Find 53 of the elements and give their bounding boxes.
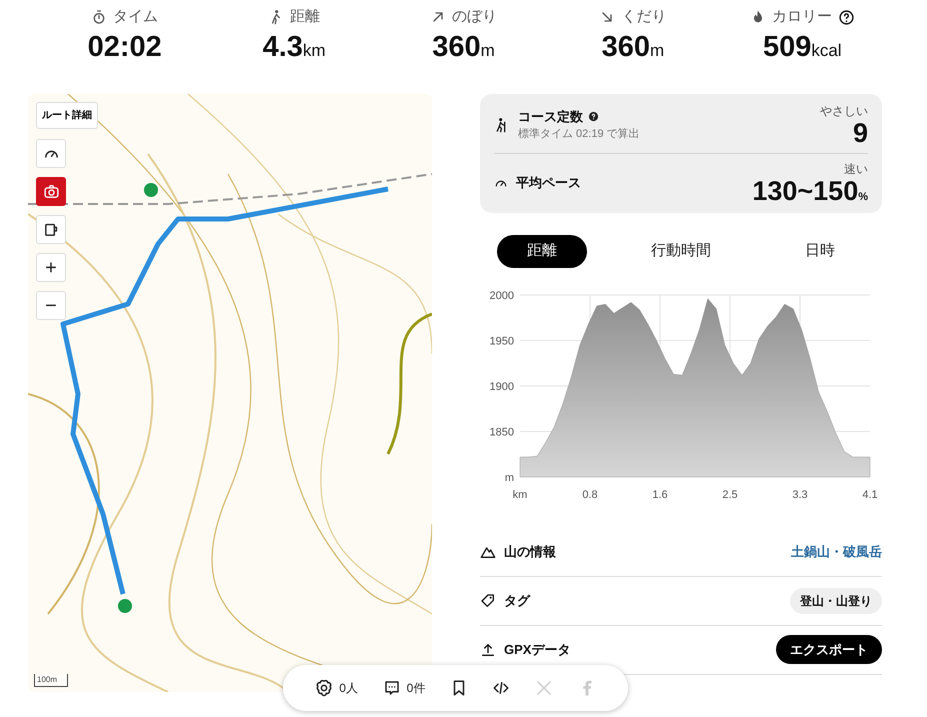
stat-value: 360m — [432, 30, 495, 64]
stat-label: 距離 — [290, 7, 320, 27]
flower-icon — [315, 679, 334, 697]
mountain-link[interactable]: 土鍋山・破風岳 — [791, 542, 882, 562]
y-tick-label: 1850 — [490, 426, 514, 438]
export-button[interactable]: エクスポート — [776, 634, 882, 664]
upload-icon — [480, 642, 496, 658]
rating-value: 130~150% — [752, 178, 868, 205]
rating-label: やさしい — [820, 103, 868, 120]
comment-button[interactable]: 0件 — [382, 679, 426, 697]
x-tick-label: 2.5 — [722, 488, 738, 500]
x-tick-label: 4.1 — [862, 488, 878, 500]
section-title: 平均ペース — [516, 174, 581, 190]
stopwatch-icon — [91, 9, 108, 26]
x-tick-label: 3.3 — [792, 488, 808, 500]
stat-label: くだり — [621, 7, 666, 27]
help-icon[interactable] — [838, 8, 855, 26]
info-label: タグ — [504, 592, 530, 610]
stat-label: カロリー — [772, 7, 832, 27]
info-label: 山の情報 — [504, 542, 556, 561]
zoom-in-button[interactable]: + — [36, 253, 66, 282]
tag-chip[interactable]: 登山・山登り — [790, 588, 882, 614]
help-icon[interactable] — [588, 110, 599, 122]
camera-icon — [42, 183, 60, 200]
stat-value: 4.3km — [262, 30, 326, 64]
section-title: コース定数 — [518, 108, 583, 124]
y-tick-label: m — [504, 472, 514, 484]
cup-icon — [42, 221, 60, 238]
zoom-out-button[interactable]: − — [36, 291, 66, 320]
rating-label: 速い — [843, 161, 868, 178]
y-tick-label: 1900 — [490, 380, 514, 392]
section-subtitle: 標準タイム 02:19 で算出 — [518, 127, 640, 142]
rating-value: 9 — [852, 120, 868, 147]
x-tick-label: 1.6 — [652, 488, 668, 500]
chart-tab[interactable]: 日時 — [775, 235, 865, 268]
chart-tab[interactable]: 距離 — [497, 235, 587, 268]
chart-tab[interactable]: 行動時間 — [621, 235, 741, 268]
stat-value: 360m — [602, 30, 664, 64]
comment-icon — [382, 679, 401, 697]
x-tick-label: km — [512, 488, 528, 500]
info-label: GPXデータ — [504, 640, 570, 659]
flower-button[interactable]: 0人 — [315, 679, 358, 697]
code-button[interactable] — [492, 679, 510, 697]
y-tick-label: 1950 — [490, 335, 514, 347]
y-tick-label: 2000 — [490, 290, 514, 302]
stat-value: 509kcal — [762, 30, 842, 64]
x-tick-label: 0.8 — [582, 488, 598, 500]
route-detail-button[interactable]: ルート詳細 — [36, 102, 98, 129]
stat-label: のぼり — [452, 7, 497, 27]
stat-label: タイム — [113, 7, 158, 27]
stat-value: 02:02 — [88, 30, 162, 64]
scale-bar: 100m — [34, 674, 68, 687]
tag-icon — [480, 592, 496, 608]
